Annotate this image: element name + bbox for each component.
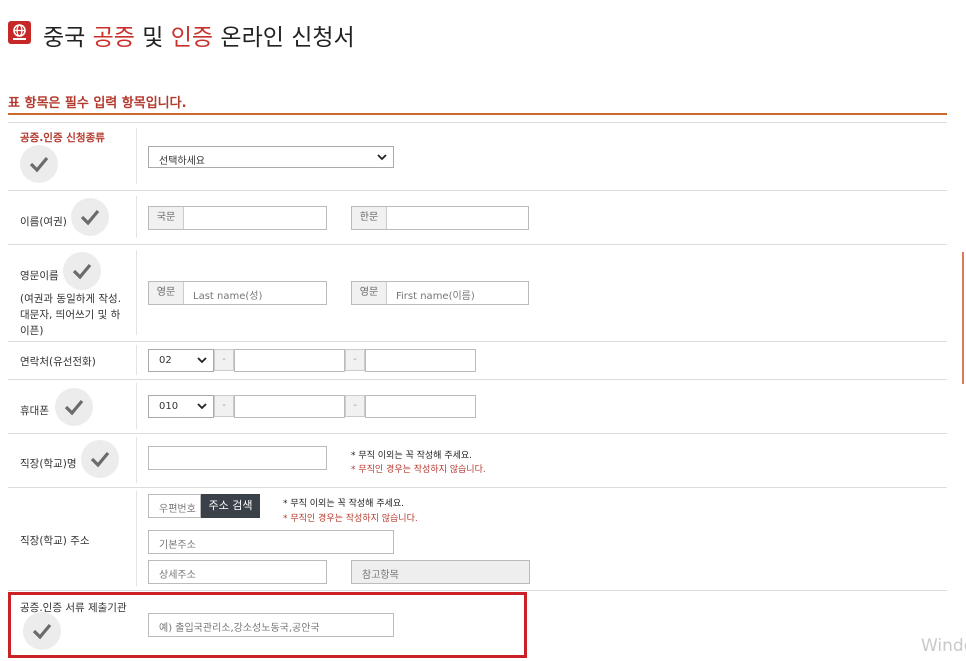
page-title: 중국 공증 및 인증 온라인 신청서 xyxy=(43,25,355,51)
required-fields-notice: 표 항목은 필수 입력 항목입니다. xyxy=(8,96,187,111)
address-label: 직장(학교) 주소 xyxy=(20,535,90,547)
hanja-name-input[interactable]: 한문 xyxy=(351,206,529,230)
mobile-last-input[interactable] xyxy=(365,395,476,418)
basic-address-input[interactable]: 기본주소 xyxy=(148,530,394,554)
hanja-addon: 한문 xyxy=(352,207,387,229)
english-addon: 영문 xyxy=(149,282,184,304)
row-divider xyxy=(8,433,947,434)
address-note: * 무직 이외는 꼭 작성해 주세요. xyxy=(283,499,405,509)
column-divider xyxy=(136,250,137,335)
reference-address-input: 참고항목 xyxy=(351,560,530,584)
name-label: 이름(여권) xyxy=(20,216,67,228)
landline-prefix-select[interactable]: 02 xyxy=(148,349,214,372)
workplace-input[interactable] xyxy=(148,446,327,470)
row-divider xyxy=(8,122,947,123)
landline-middle-input[interactable] xyxy=(234,349,345,372)
english-name-help: (여권과 동일하게 작성. 대문자, 띄어쓰기 및 하이픈) xyxy=(20,293,122,337)
chevron-down-icon xyxy=(197,357,207,364)
korean-name-input[interactable]: 국문 xyxy=(148,206,327,230)
address-search-button[interactable]: 주소 검색 xyxy=(201,494,260,518)
check-icon xyxy=(71,198,109,236)
header-divider xyxy=(8,113,947,115)
address-note: * 무직인 경우는 작성하지 않습니다. xyxy=(283,514,418,524)
workplace-note: * 무직인 경우는 작성하지 않습니다. xyxy=(351,465,486,475)
dash-separator: - xyxy=(214,349,234,371)
row-divider xyxy=(8,590,947,591)
english-name-label: 영문이름 xyxy=(20,270,59,282)
row-divider xyxy=(8,341,947,342)
row-divider xyxy=(8,244,947,245)
first-name-input[interactable]: 영문 First name(이름) xyxy=(351,281,529,305)
column-divider xyxy=(136,128,137,184)
workplace-label: 직장(학교)명 xyxy=(20,458,77,470)
column-divider xyxy=(136,383,137,429)
highlight-box xyxy=(8,592,527,658)
english-addon: 영문 xyxy=(352,282,387,304)
dash-separator: - xyxy=(345,395,365,417)
column-divider xyxy=(136,491,137,586)
dash-separator: - xyxy=(345,349,365,371)
dash-separator: - xyxy=(214,395,234,417)
type-label: 공증.인증 신청종류 xyxy=(20,132,105,144)
check-icon xyxy=(81,440,119,478)
globe-icon xyxy=(8,21,31,44)
scroll-indicator xyxy=(962,252,964,384)
chevron-down-icon xyxy=(377,154,387,161)
last-name-input[interactable]: 영문 Last name(성) xyxy=(148,281,327,305)
column-divider xyxy=(136,196,137,238)
row-divider xyxy=(8,487,947,488)
landline-label: 연락처(유선전화) xyxy=(20,356,96,368)
landline-last-input[interactable] xyxy=(365,349,476,372)
row-divider xyxy=(8,190,947,191)
type-select[interactable]: 선택하세요 xyxy=(148,146,394,168)
windows-watermark: Windo xyxy=(921,636,966,656)
korean-addon: 국문 xyxy=(149,207,184,229)
chevron-down-icon xyxy=(197,403,207,410)
column-divider xyxy=(136,437,137,483)
row-divider xyxy=(8,379,947,380)
workplace-note: * 무직 이외는 꼭 작성해 주세요. xyxy=(351,451,473,461)
mobile-middle-input[interactable] xyxy=(234,395,345,418)
check-icon xyxy=(20,145,58,183)
column-divider xyxy=(136,345,137,375)
detail-address-input[interactable]: 상세주소 xyxy=(148,560,327,584)
check-icon xyxy=(63,252,101,290)
zipcode-input[interactable]: 우편번호 xyxy=(148,494,201,518)
mobile-label: 휴대폰 xyxy=(20,405,49,417)
check-icon xyxy=(55,388,93,426)
mobile-prefix-select[interactable]: 010 xyxy=(148,395,214,418)
